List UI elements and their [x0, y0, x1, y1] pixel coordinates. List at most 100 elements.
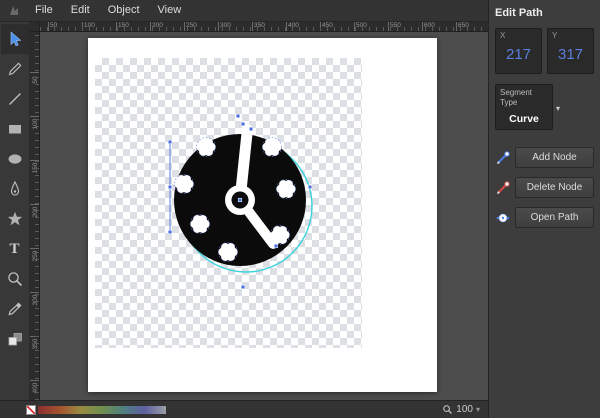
- ruler-tick: [320, 22, 321, 31]
- menu-object[interactable]: Object: [99, 0, 149, 21]
- menu-view[interactable]: View: [149, 0, 191, 21]
- eyedropper-icon: [6, 300, 24, 318]
- ruler-tick: [82, 22, 83, 31]
- ellipse-icon: [6, 150, 24, 168]
- app-window: File Edit Object View: [0, 0, 600, 418]
- tool-palette: T: [0, 22, 30, 400]
- ruler-label: 50: [50, 22, 57, 29]
- y-value: 317: [558, 46, 583, 63]
- menu-edit[interactable]: Edit: [62, 0, 99, 21]
- zoom-value: 100: [456, 404, 473, 415]
- x-label: X: [500, 31, 505, 40]
- ruler-label: 100: [30, 116, 40, 132]
- ruler-label: 400: [288, 22, 299, 29]
- ruler-tick: [150, 22, 151, 31]
- add-node-button[interactable]: Add Node: [515, 147, 594, 168]
- ruler-label: 650: [458, 22, 469, 29]
- line-icon: [6, 90, 24, 108]
- ruler-tick: [286, 22, 287, 31]
- y-label: Y: [552, 31, 557, 40]
- ruler-label: 300: [220, 22, 231, 29]
- ruler-tick: [252, 22, 253, 31]
- ruler-label: 250: [186, 22, 197, 29]
- panel-title: Edit Path: [495, 7, 594, 19]
- ruler-label: 450: [322, 22, 333, 29]
- coordinate-fields: X 217 Y 317: [495, 28, 594, 74]
- chevron-down-icon: ▾: [476, 405, 480, 414]
- tool-ellipse[interactable]: [1, 144, 29, 174]
- y-coordinate-field[interactable]: Y 317: [547, 28, 594, 74]
- zoom-magnifier-icon: [442, 404, 453, 415]
- magnifier-icon: [6, 270, 24, 288]
- add-node-row: Add Node: [495, 147, 594, 168]
- selection-node[interactable]: [308, 185, 312, 189]
- tool-rectangle[interactable]: [1, 114, 29, 144]
- ruler-label: 150: [118, 22, 129, 29]
- main-area: File Edit Object View: [0, 0, 488, 418]
- star-icon: [6, 210, 24, 228]
- ruler-label: 200: [30, 204, 40, 220]
- color-gradient-strip[interactable]: [38, 406, 166, 414]
- tool-pencil[interactable]: [1, 54, 29, 84]
- ruler-label: 150: [30, 160, 40, 176]
- select-arrow-icon: [6, 30, 24, 48]
- tool-color-swatches[interactable]: [1, 324, 29, 354]
- segment-label-line1: Segment: [500, 88, 548, 98]
- delete-node-row: Delete Node: [495, 177, 594, 198]
- workarea: 50100150200250300350400450500550600650 5…: [30, 22, 488, 400]
- zoom-control[interactable]: 100 ▾: [442, 404, 480, 415]
- path-action-buttons: Add Node Delete Node Open Path: [495, 147, 594, 228]
- tool-zoom[interactable]: [1, 264, 29, 294]
- x-value: 217: [506, 46, 531, 63]
- ruler-tick: [48, 22, 49, 31]
- ruler-tick: [354, 22, 355, 31]
- ruler-label: 350: [254, 22, 265, 29]
- x-coordinate-field[interactable]: X 217: [495, 28, 542, 74]
- clock-artwork[interactable]: [40, 32, 488, 400]
- tool-star[interactable]: [1, 204, 29, 234]
- pen-nib-icon: [6, 180, 24, 198]
- selection-node[interactable]: [168, 185, 172, 189]
- selection-node[interactable]: [168, 230, 172, 234]
- vertical-ruler: 50100150200250300350400: [30, 32, 40, 400]
- edit-path-panel: Edit Path X 217 Y 317 Segment Type Curve…: [488, 0, 600, 418]
- open-path-icon: [495, 210, 511, 226]
- selection-node[interactable]: [168, 140, 172, 144]
- selection-node[interactable]: [241, 122, 245, 126]
- text-tool-icon: T: [9, 241, 19, 258]
- horizontal-ruler: 50100150200250300350400450500550600650: [40, 22, 488, 32]
- ruler-label: 500: [356, 22, 367, 29]
- selection-node[interactable]: [274, 244, 278, 248]
- canvas[interactable]: [40, 32, 488, 400]
- segment-type-row: Segment Type Curve ▾: [495, 84, 594, 130]
- segment-type-select[interactable]: Segment Type Curve: [495, 84, 553, 130]
- content-area: T: [0, 22, 488, 400]
- no-color-swatch[interactable]: [26, 405, 36, 415]
- delete-node-button[interactable]: Delete Node: [515, 177, 594, 198]
- selection-node[interactable]: [238, 198, 242, 202]
- tool-line[interactable]: [1, 84, 29, 114]
- tool-eyedropper[interactable]: [1, 294, 29, 324]
- ruler-tick: [456, 22, 457, 31]
- ruler-label: 350: [30, 336, 40, 352]
- ruler-tick: [388, 22, 389, 31]
- ruler-label: 400: [30, 380, 40, 396]
- app-logo-icon: [6, 3, 22, 19]
- open-path-button[interactable]: Open Path: [515, 207, 594, 228]
- menu-file[interactable]: File: [26, 0, 62, 21]
- ruler-tick: [218, 22, 219, 31]
- ruler-label: 200: [152, 22, 163, 29]
- selection-node[interactable]: [236, 114, 240, 118]
- pencil-icon: [6, 60, 24, 78]
- tool-select[interactable]: [1, 24, 29, 54]
- ruler-label: 600: [424, 22, 435, 29]
- selection-node[interactable]: [241, 285, 245, 289]
- swatches-icon: [6, 330, 24, 348]
- ruler-tick: [184, 22, 185, 31]
- ruler-corner: [30, 22, 40, 32]
- selection-node[interactable]: [249, 127, 253, 131]
- tool-text[interactable]: T: [1, 234, 29, 264]
- tool-pen[interactable]: [1, 174, 29, 204]
- chevron-down-icon[interactable]: ▾: [556, 104, 560, 113]
- open-path-row: Open Path: [495, 207, 594, 228]
